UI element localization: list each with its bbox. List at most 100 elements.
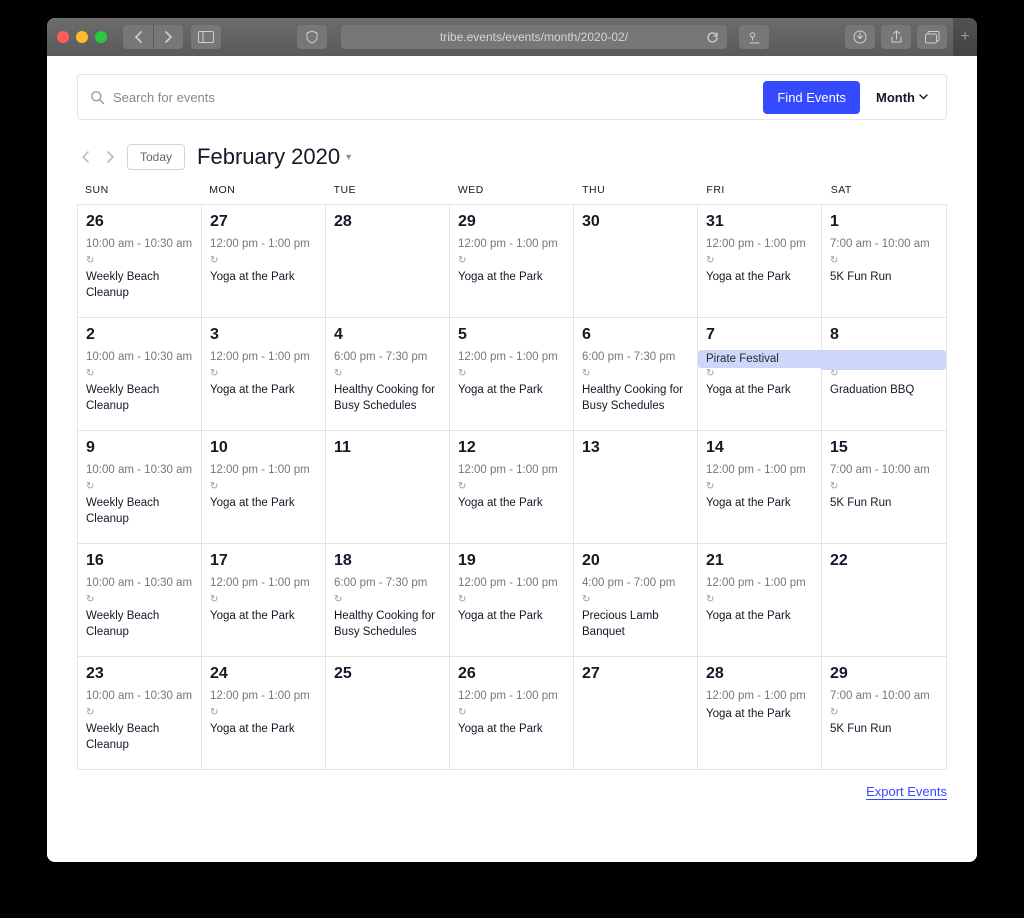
calendar-event[interactable]: 10:00 am - 10:30 am↻Weekly Beach Cleanup: [86, 463, 193, 527]
prev-month-button[interactable]: [77, 148, 94, 166]
event-time: 12:00 pm - 1:00 pm: [210, 350, 317, 366]
close-window-button[interactable]: [57, 31, 69, 43]
nav-back-forward: [123, 25, 183, 49]
calendar-cell[interactable]: 66:00 pm - 7:30 pm↻Healthy Cooking for B…: [574, 318, 698, 431]
calendar-cell[interactable]: 2310:00 am - 10:30 am↻Weekly Beach Clean…: [78, 657, 202, 769]
calendar-cell[interactable]: 28: [326, 205, 450, 318]
recurring-icon: ↻: [86, 255, 94, 266]
calendar-event[interactable]: 12:00 pm - 1:00 pm↻Yoga at the Park: [706, 237, 813, 286]
event-title: Yoga at the Park: [210, 270, 317, 286]
calendar-cell[interactable]: 2612:00 pm - 1:00 pm↻Yoga at the Park: [450, 657, 574, 769]
sidebar-toggle-button[interactable]: [191, 25, 221, 49]
back-button[interactable]: [123, 25, 153, 49]
today-button[interactable]: Today: [127, 144, 185, 170]
browser-window: tribe.events/events/month/2020-02/ +: [47, 18, 977, 862]
multi-day-event[interactable]: Pirate Festival: [698, 350, 944, 368]
tabs-button[interactable]: [917, 25, 947, 49]
calendar-cell[interactable]: 186:00 pm - 7:30 pm↻Healthy Cooking for …: [326, 544, 450, 657]
calendar-cell[interactable]: 312:00 pm - 1:00 pm↻Yoga at the Park: [202, 318, 326, 431]
calendar-cell[interactable]: 1412:00 pm - 1:00 pm↻Yoga at the Park: [698, 431, 822, 544]
calendar-event[interactable]: 12:00 pm - 1:00 pm↻Yoga at the Park: [210, 237, 317, 286]
day-number: 29: [830, 665, 938, 683]
calendar-cell[interactable]: 204:00 pm - 7:00 pm↻Precious Lamb Banque…: [574, 544, 698, 657]
calendar-event[interactable]: 10:00 am - 10:30 am↻Weekly Beach Cleanup: [86, 576, 193, 640]
month-picker[interactable]: February 2020 ▾: [197, 144, 351, 170]
calendar-event[interactable]: 10:00 am - 10:30 am↻Weekly Beach Cleanup: [86, 237, 193, 301]
calendar-cell[interactable]: 30: [574, 205, 698, 318]
calendar-cell[interactable]: 512:00 pm - 1:00 pm↻Yoga at the Park: [450, 318, 574, 431]
calendar-cell[interactable]: 46:00 pm - 7:30 pm↻Healthy Cooking for B…: [326, 318, 450, 431]
view-selector[interactable]: Month: [870, 90, 934, 105]
calendar-event[interactable]: 12:00 pm - 1:00 pm↻Yoga at the Park: [210, 689, 317, 738]
calendar-event[interactable]: 12:00 pm - 1:00 pm↻Yoga at the Park: [458, 350, 565, 399]
event-title: Graduation BBQ: [830, 383, 938, 399]
calendar-cell[interactable]: 1712:00 pm - 1:00 pm↻Yoga at the Park: [202, 544, 326, 657]
day-number: 12: [458, 439, 565, 457]
calendar-cell[interactable]: 157:00 am - 10:00 am↻5K Fun Run: [822, 431, 946, 544]
calendar-cell[interactable]: 1912:00 pm - 1:00 pm↻Yoga at the Park: [450, 544, 574, 657]
calendar-cell[interactable]: 1610:00 am - 10:30 am↻Weekly Beach Clean…: [78, 544, 202, 657]
next-month-button[interactable]: [102, 148, 119, 166]
calendar-event[interactable]: 12:00 pm - 1:00 pm↻Yoga at the Park: [458, 237, 565, 286]
event-title: Yoga at the Park: [458, 270, 565, 286]
downloads-button[interactable]: [845, 25, 875, 49]
zoom-window-button[interactable]: [95, 31, 107, 43]
reload-button[interactable]: [706, 31, 719, 44]
calendar-event[interactable]: 7:00 am - 10:00 am↻5K Fun Run: [830, 237, 938, 286]
event-time: 12:00 pm - 1:00 pm: [706, 237, 813, 253]
calendar-event[interactable]: 12:00 pm - 1:00 pm↻Yoga at the Park: [706, 463, 813, 512]
chevron-down-icon: [919, 94, 928, 100]
forward-button[interactable]: [153, 25, 183, 49]
download-icon: [853, 30, 867, 44]
calendar-event[interactable]: 6:00 pm - 7:30 pm↻Healthy Cooking for Bu…: [334, 576, 441, 640]
calendar-cell[interactable]: 3112:00 pm - 1:00 pm↻Yoga at the Park: [698, 205, 822, 318]
calendar-cell[interactable]: 10 12:00 pm - 1:00 pm↻Yoga at the Park: [202, 431, 326, 544]
day-number: 30: [582, 213, 689, 231]
calendar-cell[interactable]: 2912:00 pm - 1:00 pm↻Yoga at the Park: [450, 205, 574, 318]
reader-button[interactable]: [739, 25, 769, 49]
calendar-cell[interactable]: 88:00 am - 5:00 pm↻Graduation BBQ: [822, 318, 946, 431]
calendar-event[interactable]: 12:00 pm - 1:00 pmYoga at the Park: [706, 689, 813, 722]
calendar-event[interactable]: 12:00 pm - 1:00 pm↻Yoga at the Park: [706, 576, 813, 625]
day-number: 10: [210, 439, 317, 457]
day-number: 28: [706, 665, 813, 683]
minimize-window-button[interactable]: [76, 31, 88, 43]
share-button[interactable]: [881, 25, 911, 49]
calendar-event[interactable]: 12:00 pm - 1:00 pm↻Yoga at the Park: [210, 576, 317, 625]
calendar-event[interactable]: 7:00 am - 10:00 am↻5K Fun Run: [830, 689, 938, 738]
calendar-cell[interactable]: 27: [574, 657, 698, 769]
calendar-event[interactable]: 12:00 pm - 1:00 pm↻Yoga at the Park: [210, 350, 317, 399]
calendar-cell[interactable]: 2610:00 am - 10:30 am↻Weekly Beach Clean…: [78, 205, 202, 318]
calendar-event[interactable]: 12:00 pm - 1:00 pm↻Yoga at the Park: [458, 463, 565, 512]
calendar-event[interactable]: 12:00 pm - 1:00 pm↻Yoga at the Park: [210, 463, 317, 512]
calendar-event[interactable]: 12:00 pm - 1:00 pm↻Yoga at the Park: [458, 689, 565, 738]
calendar-event[interactable]: 10:00 am - 10:30 am↻Weekly Beach Cleanup: [86, 689, 193, 753]
search-input[interactable]: [113, 90, 753, 105]
calendar-cell[interactable]: 7Pirate Festival12:00 pm - 1:00 pm↻Yoga …: [698, 318, 822, 431]
calendar-cell[interactable]: 13: [574, 431, 698, 544]
calendar-event[interactable]: 6:00 pm - 7:30 pm↻Healthy Cooking for Bu…: [334, 350, 441, 414]
calendar-cell[interactable]: 2712:00 pm - 1:00 pm↻Yoga at the Park: [202, 205, 326, 318]
find-events-button[interactable]: Find Events: [763, 81, 860, 114]
calendar-cell[interactable]: 12 12:00 pm - 1:00 pm↻Yoga at the Park: [450, 431, 574, 544]
new-tab-button[interactable]: +: [953, 18, 977, 56]
export-events-link[interactable]: Export Events: [866, 784, 947, 800]
calendar-event[interactable]: 6:00 pm - 7:30 pm↻Healthy Cooking for Bu…: [582, 350, 689, 414]
calendar-cell[interactable]: 11: [326, 431, 450, 544]
calendar-event[interactable]: 7:00 am - 10:00 am↻5K Fun Run: [830, 463, 938, 512]
event-title: Yoga at the Park: [706, 496, 813, 512]
calendar-cell[interactable]: 210:00 am - 10:30 am↻Weekly Beach Cleanu…: [78, 318, 202, 431]
calendar-event[interactable]: 12:00 pm - 1:00 pm↻Yoga at the Park: [458, 576, 565, 625]
calendar-cell[interactable]: 29 7:00 am - 10:00 am↻5K Fun Run: [822, 657, 946, 769]
calendar-cell[interactable]: 22: [822, 544, 946, 657]
calendar-event[interactable]: 10:00 am - 10:30 am↻Weekly Beach Cleanup: [86, 350, 193, 414]
calendar-cell[interactable]: 2112:00 pm - 1:00 pm↻Yoga at the Park: [698, 544, 822, 657]
calendar-cell[interactable]: 910:00 am - 10:30 am↻Weekly Beach Cleanu…: [78, 431, 202, 544]
address-bar[interactable]: tribe.events/events/month/2020-02/: [341, 25, 727, 49]
calendar-cell[interactable]: 25: [326, 657, 450, 769]
calendar-cell[interactable]: 28 12:00 pm - 1:00 pmYoga at the Park: [698, 657, 822, 769]
calendar-event[interactable]: 4:00 pm - 7:00 pm↻Precious Lamb Banquet: [582, 576, 689, 640]
privacy-report-button[interactable]: [297, 25, 327, 49]
calendar-cell[interactable]: 17:00 am - 10:00 am↻5K Fun Run: [822, 205, 946, 318]
calendar-cell[interactable]: 2412:00 pm - 1:00 pm↻Yoga at the Park: [202, 657, 326, 769]
